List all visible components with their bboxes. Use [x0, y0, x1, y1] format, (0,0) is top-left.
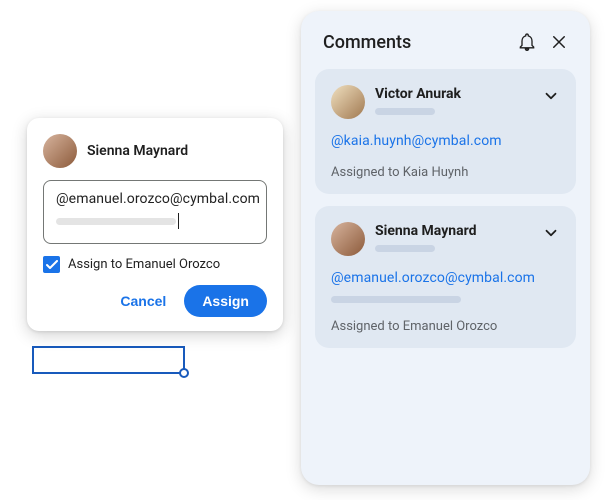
mention-link[interactable]: @kaia.huynh@cymbal.com	[331, 133, 560, 149]
typing-line	[56, 213, 254, 229]
assign-checkbox-row[interactable]: Assign to Emanuel Orozco	[43, 256, 267, 273]
comments-panel-title: Comments	[323, 32, 506, 53]
comment-header: Sienna Maynard	[331, 222, 560, 256]
comment-author: Sienna Maynard	[375, 223, 532, 239]
avatar	[331, 85, 365, 119]
avatar	[331, 222, 365, 256]
comments-panel: Comments Victor Anurak @kaia.huynh@cymba…	[301, 11, 590, 485]
comment-input[interactable]: @emanuel.orozco@cymbal.com	[43, 180, 267, 244]
author-name: Sienna Maynard	[87, 143, 188, 159]
comment-card[interactable]: Sienna Maynard @emanuel.orozco@cymbal.co…	[315, 206, 576, 348]
comments-panel-header: Comments	[315, 27, 576, 69]
comment-card[interactable]: Victor Anurak @kaia.huynh@cymbal.com Ass…	[315, 69, 576, 194]
selection-bottom-line	[32, 372, 184, 374]
timestamp-placeholder	[375, 245, 435, 252]
chevron-down-icon[interactable]	[542, 85, 560, 109]
author-row: Sienna Maynard	[43, 134, 267, 168]
assign-button[interactable]: Assign	[184, 285, 267, 317]
selection-top-line	[32, 346, 183, 348]
assigned-to-label: Assigned to Emanuel Orozco	[331, 319, 560, 334]
comment-body-placeholder	[331, 296, 461, 303]
comment-header: Victor Anurak	[331, 85, 560, 119]
chevron-down-icon[interactable]	[542, 222, 560, 246]
button-row: Cancel Assign	[43, 285, 267, 317]
assign-checkbox-label: Assign to Emanuel Orozco	[68, 257, 220, 272]
mention-text: @emanuel.orozco@cymbal.com	[56, 191, 254, 207]
close-icon[interactable]	[548, 31, 570, 53]
timestamp-placeholder	[375, 108, 435, 115]
assign-comment-popover: Sienna Maynard @emanuel.orozco@cymbal.co…	[27, 118, 283, 331]
text-caret	[178, 213, 179, 229]
mention-link[interactable]: @emanuel.orozco@cymbal.com	[331, 270, 560, 286]
selection-handle-dot	[179, 368, 189, 378]
cancel-button[interactable]: Cancel	[108, 285, 178, 317]
notifications-icon[interactable]	[516, 31, 538, 53]
avatar	[43, 134, 77, 168]
placeholder-bar	[56, 218, 176, 225]
selection-left-line	[32, 346, 34, 372]
comment-author: Victor Anurak	[375, 86, 532, 102]
assigned-to-label: Assigned to Kaia Huynh	[331, 165, 560, 180]
assign-checkbox[interactable]	[43, 256, 60, 273]
check-icon	[46, 260, 58, 270]
